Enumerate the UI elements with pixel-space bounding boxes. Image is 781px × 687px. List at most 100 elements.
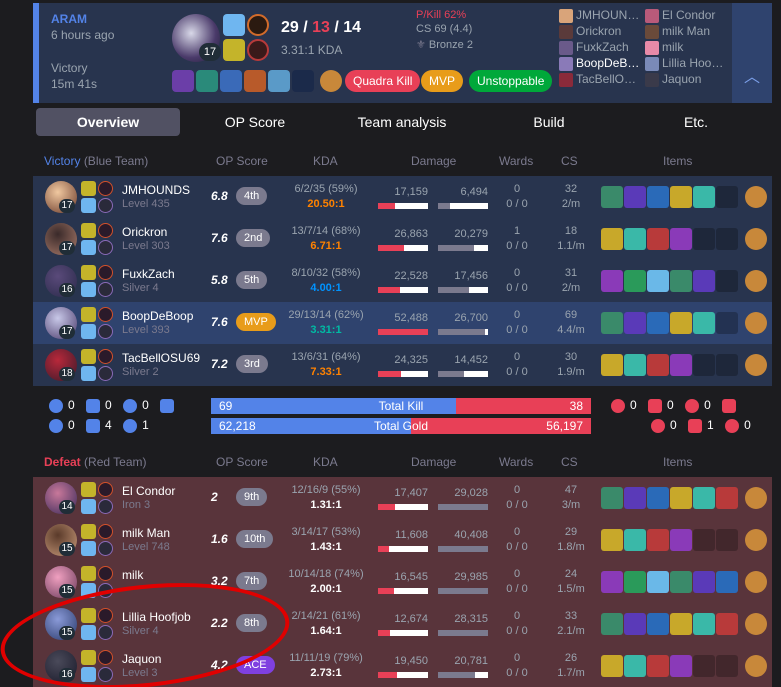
item-icon[interactable] bbox=[693, 613, 715, 635]
player-link[interactable]: FuxkZach bbox=[559, 39, 639, 55]
item-icon[interactable] bbox=[670, 186, 692, 208]
player-row[interactable]: 17 Orickron Level 303 7.6 2nd 13/7/14 (68%) 6.… bbox=[33, 218, 772, 260]
item-icon[interactable] bbox=[647, 312, 669, 334]
item-icon[interactable] bbox=[624, 487, 646, 509]
item-icon[interactable] bbox=[601, 655, 623, 677]
kda-line: 13/7/14 (68%) bbox=[291, 225, 361, 237]
item-icon[interactable] bbox=[624, 354, 646, 376]
item-icon[interactable] bbox=[693, 571, 715, 593]
summoner-name[interactable]: JMHOUNDS bbox=[122, 183, 190, 197]
item-icon[interactable] bbox=[647, 270, 669, 292]
summoner-name[interactable]: FuxkZach bbox=[122, 267, 175, 281]
empty-item-slot bbox=[716, 354, 738, 376]
tab-team-analysis[interactable]: Team analysis bbox=[330, 108, 474, 136]
player-row[interactable]: 17 BoopDeBoop Level 393 7.6 MVP 29/13/14 (62%… bbox=[33, 302, 772, 344]
player-link[interactable]: milk Man bbox=[645, 23, 725, 39]
match-header[interactable]: ARAM 6 hours ago Victory 15m 41s 17 29 /… bbox=[33, 3, 772, 103]
trinket-icon[interactable] bbox=[745, 228, 767, 250]
item-bar bbox=[172, 70, 344, 92]
summoner-name[interactable]: milk Man bbox=[122, 526, 170, 540]
trinket-icon[interactable] bbox=[745, 270, 767, 292]
op-score: 2 bbox=[211, 490, 218, 504]
summoner-name[interactable]: BoopDeBoop bbox=[122, 309, 193, 323]
item-icon[interactable] bbox=[693, 487, 715, 509]
trinket-icon[interactable] bbox=[745, 655, 767, 677]
trinket-icon[interactable] bbox=[745, 613, 767, 635]
item-icon[interactable] bbox=[647, 655, 669, 677]
summoner-name[interactable]: El Condor bbox=[122, 484, 175, 498]
tab-overview[interactable]: Overview bbox=[36, 108, 180, 136]
item-icon[interactable] bbox=[670, 613, 692, 635]
item-icon[interactable] bbox=[624, 529, 646, 551]
player-link[interactable]: TacBellO… bbox=[559, 71, 639, 87]
trinket-icon[interactable] bbox=[745, 487, 767, 509]
tab-build[interactable]: Build bbox=[477, 108, 621, 136]
tab-etc[interactable]: Etc. bbox=[624, 108, 768, 136]
trinket-icon[interactable] bbox=[745, 186, 767, 208]
item-icon[interactable] bbox=[624, 312, 646, 334]
item-icon[interactable] bbox=[647, 354, 669, 376]
player-link[interactable]: JMHOUN… bbox=[559, 7, 639, 23]
player-link[interactable]: milk bbox=[645, 39, 725, 55]
summoner-name[interactable]: milk bbox=[122, 568, 143, 582]
player-link[interactable]: BoopDeB… bbox=[559, 55, 639, 71]
item-icon[interactable] bbox=[670, 312, 692, 334]
item-icon[interactable] bbox=[601, 228, 623, 250]
item-icon[interactable] bbox=[670, 655, 692, 677]
item-icon[interactable] bbox=[647, 228, 669, 250]
player-row[interactable]: 17 JMHOUNDS Level 435 6.8 4th 6/2/35 (59%) 20.… bbox=[33, 176, 772, 218]
trinket-icon[interactable] bbox=[745, 312, 767, 334]
summoner-spell-icon bbox=[81, 265, 96, 280]
player-row[interactable]: 14 El Condor Iron 3 2 9th 12/16/9 (55%) 1.31:1… bbox=[33, 477, 772, 519]
item-icon[interactable] bbox=[716, 613, 738, 635]
player-link[interactable]: Orickron bbox=[559, 23, 639, 39]
item-icon[interactable] bbox=[693, 270, 715, 292]
item-icon[interactable] bbox=[693, 312, 715, 334]
item-icon[interactable] bbox=[647, 186, 669, 208]
item-icon[interactable] bbox=[647, 529, 669, 551]
item-icon[interactable] bbox=[624, 186, 646, 208]
item-icon[interactable] bbox=[670, 270, 692, 292]
item-icon[interactable] bbox=[693, 186, 715, 208]
item-icon[interactable] bbox=[670, 354, 692, 376]
player-row[interactable]: 15 milk Man Level 748 1.6 10th 3/14/17 (53%) 1… bbox=[33, 519, 772, 561]
trinket-icon[interactable] bbox=[745, 571, 767, 593]
summoner-name[interactable]: TacBellOSU69 bbox=[122, 351, 200, 365]
item-icon[interactable] bbox=[624, 613, 646, 635]
player-link[interactable]: El Condor bbox=[645, 7, 725, 23]
item-icon[interactable] bbox=[601, 354, 623, 376]
summoner-name[interactable]: Orickron bbox=[122, 225, 167, 239]
item-icon[interactable] bbox=[601, 312, 623, 334]
summoner-spell-icon bbox=[81, 324, 96, 339]
item-icon[interactable] bbox=[601, 571, 623, 593]
chevron-up-icon[interactable]: ︿ bbox=[732, 3, 772, 103]
tab-op-score[interactable]: OP Score bbox=[183, 108, 327, 136]
item-icon[interactable] bbox=[624, 270, 646, 292]
item-icon[interactable] bbox=[716, 571, 738, 593]
item-icon[interactable] bbox=[601, 186, 623, 208]
item-icon[interactable] bbox=[601, 270, 623, 292]
item-icon[interactable] bbox=[670, 571, 692, 593]
item-icon[interactable] bbox=[670, 228, 692, 250]
item-icon[interactable] bbox=[601, 529, 623, 551]
item-icon[interactable] bbox=[624, 571, 646, 593]
trinket-icon[interactable] bbox=[745, 529, 767, 551]
item-icon[interactable] bbox=[647, 571, 669, 593]
player-row[interactable]: 16 FuxkZach Silver 4 5.8 5th 8/10/32 (58%) 4.0… bbox=[33, 260, 772, 302]
cs-total: 69 bbox=[564, 309, 578, 321]
total-kill-bar: 69 Total Kill 38 bbox=[211, 398, 591, 414]
player-link[interactable]: Lillia Hoo… bbox=[645, 55, 725, 71]
item-icon[interactable] bbox=[624, 655, 646, 677]
trinket-icon[interactable] bbox=[745, 354, 767, 376]
summoner-tier: Silver 4 bbox=[122, 282, 159, 294]
item-icon[interactable] bbox=[670, 487, 692, 509]
item-icon[interactable] bbox=[670, 529, 692, 551]
item-icon[interactable] bbox=[601, 613, 623, 635]
player-row[interactable]: 18 TacBellOSU69 Silver 2 7.2 3rd 13/6/31 (64%… bbox=[33, 344, 772, 386]
item-icon[interactable] bbox=[624, 228, 646, 250]
item-icon[interactable] bbox=[716, 487, 738, 509]
player-link[interactable]: Jaquon bbox=[645, 71, 725, 87]
item-icon[interactable] bbox=[647, 487, 669, 509]
item-icon[interactable] bbox=[647, 613, 669, 635]
item-icon[interactable] bbox=[601, 487, 623, 509]
